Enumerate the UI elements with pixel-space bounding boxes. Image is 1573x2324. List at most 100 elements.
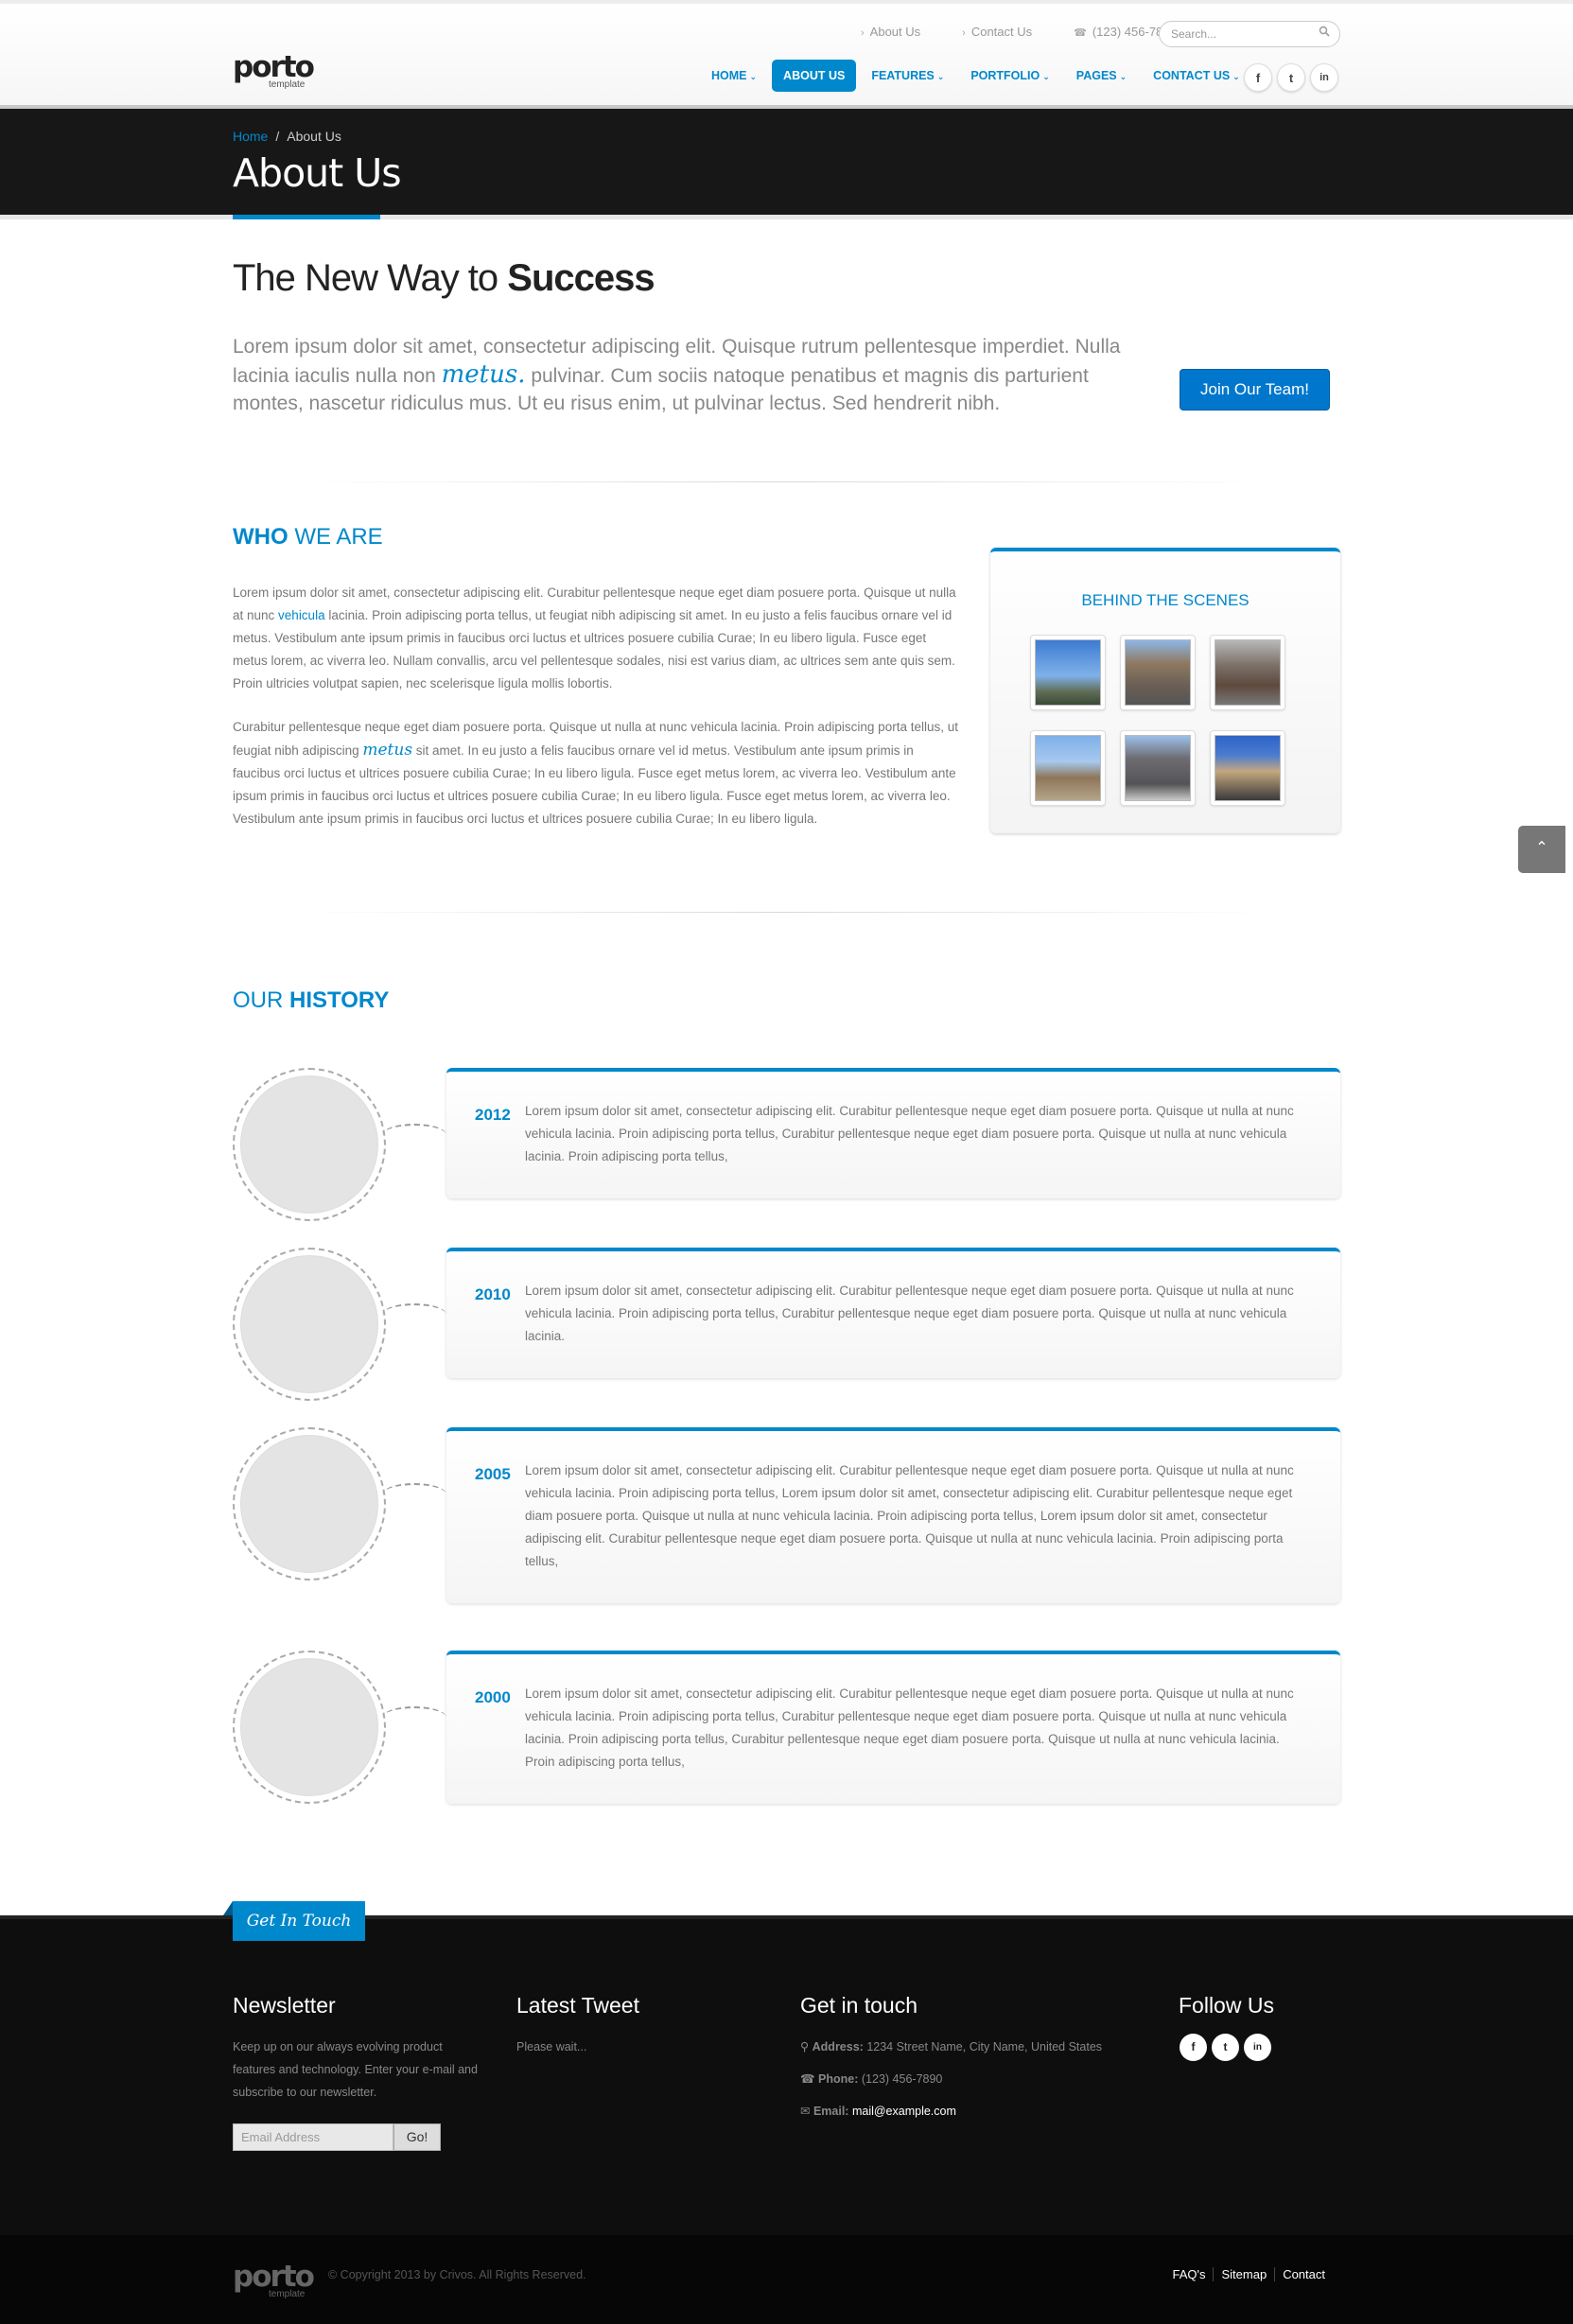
chevron-down-icon: ⌄ — [1119, 72, 1127, 81]
history-image-placeholder — [233, 1068, 386, 1221]
contact-phone: ☎ Phone: (123) 456-7890 — [800, 2068, 942, 2090]
history-text: Lorem ipsum dolor sit amet, consectetur … — [525, 1284, 1294, 1343]
nav-contact-label: CONTACT US — [1153, 69, 1231, 82]
behind-the-scenes-panel: BEHIND THE SCENES — [990, 548, 1340, 833]
phone-icon: ☎ — [800, 2072, 819, 2086]
history-card: 2012 Lorem ipsum dolor sit amet, consect… — [446, 1068, 1340, 1198]
thumbnail-street[interactable] — [1120, 635, 1196, 710]
contact-address: ⚲ Address: 1234 Street Name, City Name, … — [800, 2036, 1102, 2058]
chevron-down-icon: ⌄ — [1042, 72, 1050, 81]
nav-portfolio[interactable]: PORTFOLIO ⌄ — [959, 60, 1060, 92]
divider — [303, 481, 1267, 482]
contact-email: ✉ Email: mail@example.com — [800, 2100, 956, 2123]
chevron-right-icon: › — [861, 27, 865, 39]
map-marker-icon: ⚲ — [800, 2040, 813, 2053]
search-icon[interactable] — [1319, 26, 1330, 37]
facebook-icon[interactable]: f — [1244, 63, 1272, 92]
thumbnail-statue[interactable] — [1030, 635, 1106, 710]
email-label: Email: — [813, 2105, 849, 2118]
thumbnail-buildings[interactable] — [1120, 730, 1196, 806]
email-link[interactable]: mail@example.com — [852, 2105, 956, 2118]
history-text: Lorem ipsum dolor sit amet, consectetur … — [525, 1686, 1294, 1769]
divider — [303, 912, 1267, 913]
history-year: 2000 — [475, 1688, 511, 1706]
our-history-title: OUR HISTORY — [233, 987, 389, 1014]
get-in-touch-ribbon: Get In Touch — [223, 1901, 365, 1941]
history-text: Lorem ipsum dolor sit amet, consectetur … — [525, 1463, 1294, 1568]
nav-about-us[interactable]: ABOUT US — [772, 60, 857, 92]
join-team-button[interactable]: Join Our Team! — [1180, 369, 1330, 411]
toplink-contact-label: Contact Us — [970, 25, 1033, 39]
scroll-to-top-button[interactable]: ⌃ — [1518, 826, 1565, 873]
nav-features[interactable]: FEATURES ⌄ — [860, 60, 955, 92]
intro-lead: Lorem ipsum dolor sit amet, consectetur … — [233, 333, 1150, 418]
latest-tweet-text: Please wait... — [516, 2040, 587, 2053]
twitter-icon[interactable]: t — [1212, 2034, 1239, 2061]
newsletter-email-input[interactable]: Email Address — [233, 2123, 393, 2151]
follow-us-title: Follow Us — [1179, 1993, 1274, 2018]
who-title-bold: WHO — [233, 524, 288, 550]
history-image-placeholder — [233, 1427, 386, 1581]
history-image-placeholder — [233, 1651, 386, 1804]
who-paragraph-1: Lorem ipsum dolor sit amet, consectetur … — [233, 582, 961, 695]
linkedin-icon[interactable]: in — [1244, 2034, 1271, 2061]
nav-contact-us[interactable]: CONTACT US ⌄ — [1142, 60, 1251, 92]
nav-home-label: HOME — [711, 69, 747, 82]
newsletter-text: Keep up on our always evolving product f… — [233, 2040, 478, 2099]
twitter-icon[interactable]: t — [1277, 63, 1305, 92]
main-nav: HOME ⌄ ABOUT US FEATURES ⌄ PORTFOLIO ⌄ PAGE… — [700, 59, 1255, 93]
page-header: Home / About Us About Us — [0, 109, 1573, 215]
page-title-accent — [233, 215, 380, 219]
thumbnail-park[interactable] — [1030, 730, 1106, 806]
site-header: porto template › About Us › Contact Us ☎ (1… — [0, 4, 1573, 106]
breadcrumb: Home / About Us — [233, 129, 341, 144]
who-p1-link[interactable]: vehicula — [278, 608, 325, 622]
toplink-about[interactable]: › About Us — [861, 25, 941, 39]
newsletter-go-button[interactable]: Go! — [393, 2123, 441, 2151]
footer-link-contact[interactable]: Contact — [1274, 2267, 1333, 2281]
who-we-are-title: WHO WE ARE — [233, 524, 383, 550]
timeline-connector — [382, 1124, 446, 1146]
footer-link-faq[interactable]: FAQ's — [1164, 2267, 1213, 2281]
breadcrumb-separator: / — [275, 129, 280, 144]
copyright: © Copyright 2013 by Crivos. All Rights R… — [328, 2268, 586, 2281]
toplink-contact[interactable]: › Contact Us — [962, 25, 1053, 39]
address-label: Address: — [812, 2040, 864, 2053]
history-year: 2005 — [475, 1465, 511, 1483]
timeline-connector — [382, 1303, 446, 1326]
phone-icon: ☎ — [1074, 27, 1087, 39]
history-card: 2010 Lorem ipsum dolor sit amet, consect… — [446, 1248, 1340, 1378]
latest-tweet-title: Latest Tweet — [516, 1993, 639, 2018]
breadcrumb-home[interactable]: Home — [233, 129, 268, 144]
linkedin-icon[interactable]: in — [1310, 63, 1338, 92]
chevron-down-icon: ⌄ — [749, 72, 758, 81]
who-p1-b: lacinia. Proin adipiscing porta tellus, … — [233, 608, 955, 690]
thumbnail-tower[interactable] — [1210, 730, 1285, 806]
site-logo[interactable]: porto template — [233, 53, 315, 90]
timeline-connector — [382, 1706, 446, 1729]
chevron-down-icon: ⌄ — [1232, 72, 1240, 81]
intro-lead-highlight: metus. — [441, 359, 526, 389]
toplink-about-label: About Us — [869, 25, 921, 39]
who-p2-highlight: metus — [362, 741, 413, 760]
chevron-up-icon: ⌃ — [1535, 840, 1548, 856]
chevron-right-icon: › — [962, 27, 966, 39]
footer-logo[interactable]: porto template — [233, 2263, 315, 2299]
facebook-icon[interactable]: f — [1180, 2034, 1207, 2061]
intro-title: The New Way to Success — [233, 257, 655, 300]
thumbnail-avenue[interactable] — [1210, 635, 1285, 710]
nav-home[interactable]: HOME ⌄ — [700, 60, 768, 92]
history-card: 2005 Lorem ipsum dolor sit amet, consect… — [446, 1427, 1340, 1603]
phone-label: Phone: — [818, 2072, 859, 2086]
intro-title-bold: Success — [507, 257, 655, 299]
newsletter-title: Newsletter — [233, 1993, 336, 2018]
nav-pages-label: PAGES — [1075, 69, 1117, 82]
timeline-connector — [382, 1483, 446, 1506]
search-input[interactable]: Search... — [1159, 21, 1340, 47]
nav-features-label: FEATURES — [871, 69, 935, 82]
nav-pages[interactable]: PAGES ⌄ — [1065, 60, 1138, 92]
nav-about-label: ABOUT US — [783, 69, 846, 82]
chevron-down-icon: ⌄ — [936, 72, 945, 81]
nav-portfolio-label: PORTFOLIO — [970, 69, 1040, 82]
footer-link-sitemap[interactable]: Sitemap — [1213, 2267, 1275, 2281]
